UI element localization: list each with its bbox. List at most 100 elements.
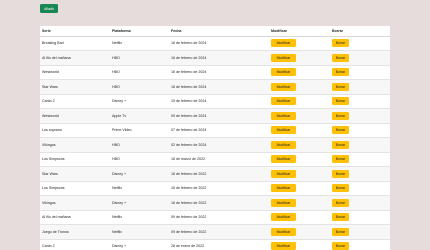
cell-serie: Westworld	[40, 65, 110, 80]
delete-button[interactable]: Borrar	[332, 68, 349, 77]
cell-plataforma: HBO	[110, 65, 169, 80]
table-row: Vikingos HBO 02 de febrero de 2024 Modifica…	[40, 137, 390, 153]
table-row: Star Wars Disney +16 de febrero de 2022 Mo…	[40, 166, 390, 182]
cell-serie: Canto 2	[40, 239, 110, 250]
delete-button[interactable]: Borrar	[332, 227, 349, 236]
cell-serie: Los Simpsons	[40, 181, 110, 196]
cell-modificar: Modificar	[269, 65, 330, 80]
delete-button[interactable]: Borrar	[332, 140, 349, 149]
cell-fecha: 15 de febrero de 2024	[169, 94, 269, 109]
modify-button[interactable]: Modificar	[271, 227, 296, 236]
cell-borrar: Borrar	[330, 166, 390, 182]
modify-button[interactable]: Modificar	[271, 39, 296, 48]
modify-button[interactable]: Modificar	[271, 53, 296, 62]
cell-fecha: 09 de febrero de 2022	[169, 224, 269, 240]
cell-fecha: 02 de febrero de 2024	[169, 137, 269, 153]
add-button[interactable]: Añadir	[40, 4, 58, 13]
cell-borrar: Borrar	[330, 210, 390, 225]
cell-modificar: Modificar	[269, 79, 330, 95]
cell-serie: Al filo del mañana	[40, 50, 110, 66]
column-header-borrar: Borrar	[330, 26, 390, 37]
cell-modificar: Modificar	[269, 108, 330, 124]
cell-fecha: 16 de febrero de 2022	[169, 166, 269, 182]
delete-button[interactable]: Borrar	[332, 198, 349, 207]
modify-button[interactable]: Modificar	[271, 140, 296, 149]
table-row: Los Simpsons HBO 16 de marzo de 2022 Modifi…	[40, 152, 390, 167]
cell-fecha: 07 de febrero de 2024	[169, 123, 269, 138]
cell-fecha: 16 de febrero de 2022	[169, 181, 269, 196]
cell-plataforma: Netflix	[110, 36, 169, 51]
delete-button[interactable]: Borrar	[332, 169, 349, 178]
delete-button[interactable]: Borrar	[332, 97, 349, 106]
cell-serie: Los Simpsons	[40, 152, 110, 167]
delete-button[interactable]: Borrar	[332, 184, 349, 193]
delete-button[interactable]: Borrar	[332, 53, 349, 62]
delete-button[interactable]: Borrar	[332, 82, 349, 91]
cell-fecha: 09 de febrero de 2024	[169, 108, 269, 124]
delete-button[interactable]: Borrar	[332, 213, 349, 222]
cell-modificar: Modificar	[269, 36, 330, 51]
cell-plataforma: Disney +	[110, 166, 169, 182]
cell-fecha: 28 de enero de 2022	[169, 239, 269, 250]
modify-button[interactable]: Modificar	[271, 155, 296, 164]
delete-button[interactable]: Borrar	[332, 111, 349, 120]
modify-button[interactable]: Modificar	[271, 184, 296, 193]
column-header-plataforma: Plataforma	[110, 26, 169, 37]
table-row: Westworld Apple Tv 09 de febrero de 2024 Mo…	[40, 108, 390, 124]
modify-button[interactable]: Modificar	[271, 68, 296, 77]
cell-modificar: Modificar	[269, 224, 330, 240]
cell-fecha: 09 de febrero de 2022	[169, 210, 269, 225]
delete-button[interactable]: Borrar	[332, 126, 349, 135]
cell-borrar: Borrar	[330, 50, 390, 66]
cell-modificar: Modificar	[269, 210, 330, 225]
cell-borrar: Borrar	[330, 123, 390, 138]
cell-plataforma: Disney +	[110, 239, 169, 250]
column-header-modificar: Modificar	[269, 26, 330, 37]
table-row: Westworld HBO 16 de febrero de 2024 Modific…	[40, 65, 390, 80]
table-row: Juego de Tronos Netflix 09 de febrero de 2…	[40, 224, 390, 240]
cell-modificar: Modificar	[269, 50, 330, 66]
cell-borrar: Borrar	[330, 195, 390, 211]
cell-borrar: Borrar	[330, 36, 390, 51]
modify-button[interactable]: Modificar	[271, 97, 296, 106]
modify-button[interactable]: Modificar	[271, 169, 296, 178]
column-header-serie: Serie	[40, 26, 110, 37]
cell-plataforma: HBO	[110, 152, 169, 167]
cell-borrar: Borrar	[330, 108, 390, 124]
cell-plataforma: Disney +	[110, 94, 169, 109]
modify-button[interactable]: Modificar	[271, 198, 296, 207]
modify-button[interactable]: Modificar	[271, 111, 296, 120]
cell-borrar: Borrar	[330, 152, 390, 167]
modify-button[interactable]: Modificar	[271, 213, 296, 222]
cell-plataforma: HBO	[110, 137, 169, 153]
cell-modificar: Modificar	[269, 94, 330, 109]
cell-borrar: Borrar	[330, 94, 390, 109]
cell-modificar: Modificar	[269, 181, 330, 196]
cell-serie: Los soprano	[40, 123, 110, 138]
modify-button[interactable]: Modificar	[271, 126, 296, 135]
table-row: Star Wars HBO 16 de febrero de 2024 Modific…	[40, 79, 390, 95]
table-row: Los Simpsons Netflix 16 de febrero de 2022…	[40, 181, 390, 196]
cell-serie: Canto 2	[40, 94, 110, 109]
delete-button[interactable]: Borrar	[332, 242, 349, 250]
cell-serie: Vikingos	[40, 137, 110, 153]
cell-modificar: Modificar	[269, 239, 330, 250]
column-header-fecha: Fecha	[169, 26, 269, 37]
table-header-row: Serie Plataforma Fecha Modificar Borrar	[40, 26, 390, 37]
table-row: Canto 2 Disney +28 de enero de 2022 Modifi…	[40, 239, 390, 250]
table-row: Los soprano Prime Video 07 de febrero de 2…	[40, 123, 390, 138]
table-row: Vikingos Disney +16 de febrero de 2022 Mod…	[40, 195, 390, 211]
cell-fecha: 16 de febrero de 2024	[169, 36, 269, 51]
cell-plataforma: Disney +	[110, 195, 169, 211]
delete-button[interactable]: Borrar	[332, 39, 349, 48]
modify-button[interactable]: Modificar	[271, 82, 296, 91]
table-row: Al filo del mañana Netflix 09 de febrero d…	[40, 210, 390, 225]
cell-serie: Star Wars	[40, 166, 110, 182]
cell-serie: Al filo del mañana	[40, 210, 110, 225]
cell-fecha: 16 de febrero de 2022	[169, 195, 269, 211]
modify-button[interactable]: Modificar	[271, 242, 296, 250]
cell-plataforma: HBO	[110, 50, 169, 66]
cell-plataforma: Netflix	[110, 181, 169, 196]
delete-button[interactable]: Borrar	[332, 155, 349, 164]
cell-serie: Westworld	[40, 108, 110, 124]
